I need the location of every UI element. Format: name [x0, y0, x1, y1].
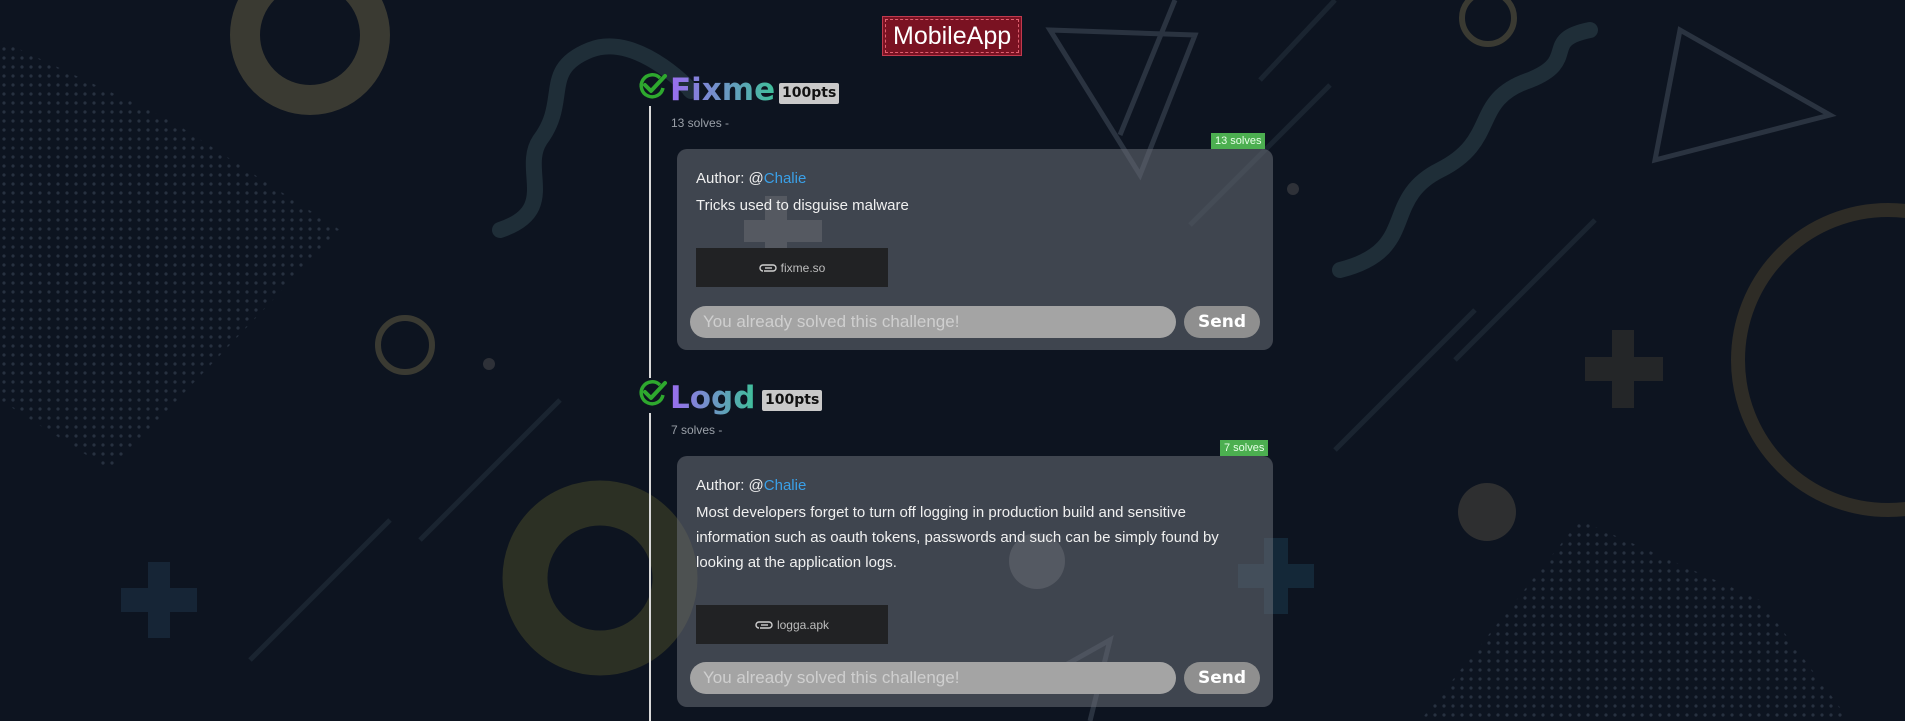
challenge-description: Tricks used to disguise malware: [696, 197, 909, 214]
author-prefix: Author: @: [696, 477, 764, 494]
points-badge: 100pts: [779, 83, 840, 104]
challenge-description: Most developers forget to turn off loggi…: [696, 504, 1219, 571]
send-button[interactable]: Send: [1184, 306, 1260, 338]
timeline-line: [649, 413, 651, 721]
category-title: MobileApp: [882, 16, 1023, 56]
file-name: fixme.so: [780, 260, 826, 275]
file-download-button[interactable]: fixme.so: [696, 248, 888, 287]
solves-badge: 13 solves: [1211, 133, 1266, 149]
author-link[interactable]: Chalie: [764, 477, 807, 494]
file-name: logga.apk: [776, 617, 830, 632]
paperclip-icon: [759, 263, 777, 272]
paperclip-icon: [755, 620, 773, 629]
flag-input[interactable]: You already solved this challenge!: [690, 306, 1176, 338]
solves-badge: 7 solves: [1220, 440, 1269, 456]
challenge-title[interactable]: Logd: [670, 380, 755, 416]
challenge-card: Author: @Chalie Most developers forget t…: [677, 456, 1273, 707]
points-badge: 100pts: [762, 390, 823, 411]
author-link[interactable]: Chalie: [764, 170, 807, 187]
timeline-line: [649, 106, 651, 378]
file-download-button[interactable]: logga.apk: [696, 605, 888, 644]
author-prefix: Author: @: [696, 170, 764, 187]
check-icon: [639, 73, 667, 99]
send-button[interactable]: Send: [1184, 662, 1260, 694]
challenge-title[interactable]: Fixme: [670, 72, 775, 108]
challenge-card: Author: @Chalie Tricks used to disguise …: [677, 149, 1273, 350]
solves-count[interactable]: 7 solves -: [671, 423, 722, 437]
check-icon: [639, 380, 667, 406]
solves-count[interactable]: 13 solves -: [671, 116, 729, 130]
flag-input[interactable]: You already solved this challenge!: [690, 662, 1176, 694]
author-line: Author: @Chalie: [696, 477, 806, 494]
author-line: Author: @Chalie: [696, 170, 806, 187]
